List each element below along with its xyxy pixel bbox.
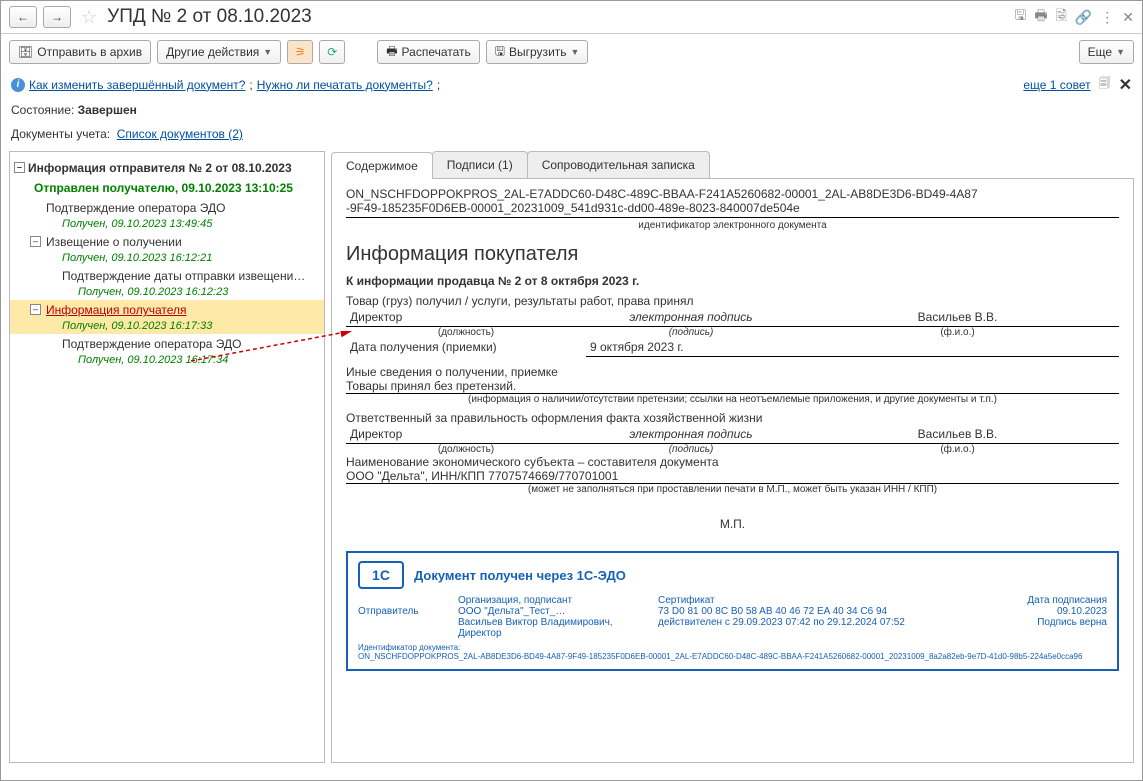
archive-button[interactable]: 🗄Отправить в архив: [9, 40, 151, 64]
other-info-label: Иные сведения о получении, приемке: [346, 365, 1119, 379]
tree-item-receipt-notice[interactable]: – Извещение о получении: [10, 232, 324, 252]
receipt-date-label: Дата получения (приемки): [346, 338, 586, 357]
more-button[interactable]: Еще ▼: [1079, 40, 1134, 64]
fio-value: Васильев В.В.: [796, 308, 1119, 327]
tree-stamp: Получен, 09.10.2023 13:49:45: [10, 218, 324, 232]
role-value: Директор: [346, 308, 586, 327]
doc-id-line2: -9F49-185235F0D6EB-00001_20231009_541d93…: [346, 201, 1119, 215]
signature-value: электронная подпись: [586, 308, 796, 327]
other-info-value: Товары принял без претензий.: [346, 379, 1119, 394]
print-icon[interactable]: 🖶: [1034, 5, 1047, 29]
export-button[interactable]: 🖫Выгрузить ▼: [486, 40, 589, 64]
back-button[interactable]: ←: [9, 6, 37, 28]
preview-icon[interactable]: 🗟: [1056, 5, 1067, 29]
org-label: Наименование экономического субъекта – с…: [346, 455, 1119, 469]
tree-sent-status: Отправлен получателю, 09.10.2023 13:10:2…: [10, 178, 324, 198]
status-row: Состояние: Завершен: [1, 99, 1142, 121]
expander-icon[interactable]: –: [30, 236, 41, 247]
titlebar: ← → ☆ УПД № 2 от 08.10.2023 🖫 🖶 🗟 🔗 ⋮ ✕: [1, 1, 1142, 34]
content-pane: Содержимое Подписи (1) Сопроводительная …: [331, 151, 1134, 763]
tab-cover-note[interactable]: Сопроводительная записка: [527, 151, 710, 178]
print-button[interactable]: 🖶Распечатать: [377, 40, 480, 64]
doc-id-caption: идентификатор электронного документа: [346, 220, 1119, 231]
docs-row: Документы учета: Список документов (2): [1, 121, 1142, 151]
favorite-star-icon[interactable]: ☆: [81, 7, 97, 28]
structure-button[interactable]: ⚞: [287, 40, 313, 64]
document-tree[interactable]: – Информация отправителя № 2 от 08.10.20…: [9, 151, 325, 763]
dismiss-tips-button[interactable]: ✕: [1119, 75, 1132, 95]
tree-stamp: Получен, 09.10.2023 16:17:34: [10, 354, 324, 368]
1c-logo-icon: 1C: [358, 561, 404, 589]
tree-root[interactable]: – Информация отправителя № 2 от 08.10.20…: [10, 158, 324, 178]
main-area: – Информация отправителя № 2 от 08.10.20…: [1, 151, 1142, 771]
expander-icon[interactable]: –: [14, 162, 25, 173]
refresh-icon: ⟳: [327, 45, 337, 59]
save-icon[interactable]: 🖫: [1014, 5, 1026, 29]
expander-icon[interactable]: –: [30, 304, 41, 315]
link-icon[interactable]: 🔗: [1075, 9, 1092, 26]
status-value: Завершен: [78, 103, 137, 117]
archive-icon: 🗄: [18, 45, 33, 59]
doc-goods-label: Товар (груз) получил / услуги, результат…: [346, 294, 1119, 308]
doc-subheading: К информации продавца № 2 от 8 октября 2…: [346, 274, 1119, 288]
note-icon[interactable]: 🗐: [1099, 74, 1111, 95]
window-title: УПД № 2 от 08.10.2023: [107, 6, 1008, 28]
stamp-placeholder: М.П.: [346, 517, 1119, 531]
tree-stamp: Получен, 09.10.2023 16:17:33: [10, 320, 324, 334]
more-tips-link[interactable]: еще 1 совет: [1023, 78, 1090, 92]
other-actions-button[interactable]: Другие действия ▼: [157, 40, 281, 64]
tree-icon: ⚞: [295, 45, 306, 59]
tree-stamp: Получен, 09.10.2023 16:12:23: [10, 286, 324, 300]
document-viewer[interactable]: ON_NSCHFDOPPOKPROS_2AL-E7ADDC60-D48C-489…: [331, 179, 1134, 763]
chevron-down-icon: ▼: [1116, 47, 1125, 57]
more-icon[interactable]: ⋮: [1100, 9, 1114, 26]
tree-item-operator-confirm-1[interactable]: Подтверждение оператора ЭДО: [10, 198, 324, 218]
tree-item-recipient-info[interactable]: – Информация получателя: [10, 300, 324, 320]
chevron-down-icon: ▼: [263, 47, 272, 57]
tab-content[interactable]: Содержимое: [331, 152, 433, 179]
toolbar: 🗄Отправить в архив Другие действия ▼ ⚞ ⟳…: [1, 34, 1142, 70]
export-icon: 🖫: [495, 42, 505, 63]
close-icon[interactable]: ✕: [1122, 9, 1134, 26]
chevron-down-icon: ▼: [571, 47, 580, 57]
info-icon: i: [11, 78, 25, 92]
responsible-label: Ответственный за правильность оформления…: [346, 411, 1119, 425]
titlebar-actions: 🖫 🖶 🗟 🔗 ⋮ ✕: [1014, 5, 1134, 29]
app-window: ← → ☆ УПД № 2 от 08.10.2023 🖫 🖶 🗟 🔗 ⋮ ✕ …: [0, 0, 1143, 781]
tabs: Содержимое Подписи (1) Сопроводительная …: [331, 151, 1134, 179]
edo-stamp: 1C Документ получен через 1С-ЭДО Организ…: [346, 551, 1119, 671]
info-bar: i Как изменить завершённый документ?; Ну…: [1, 70, 1142, 99]
documents-list-link[interactable]: Список документов (2): [117, 127, 243, 141]
printer-icon: 🖶: [386, 42, 397, 63]
receipt-date-value: 9 октября 2023 г.: [586, 338, 796, 357]
tab-signatures[interactable]: Подписи (1): [432, 151, 528, 178]
tip-link-2[interactable]: Нужно ли печатать документы?: [257, 78, 433, 92]
forward-button[interactable]: →: [43, 6, 71, 28]
tree-stamp: Получен, 09.10.2023 16:12:21: [10, 252, 324, 266]
refresh-button[interactable]: ⟳: [319, 40, 345, 64]
tip-link-1[interactable]: Как изменить завершённый документ?: [29, 78, 245, 92]
doc-id-line1: ON_NSCHFDOPPOKPROS_2AL-E7ADDC60-D48C-489…: [346, 187, 1119, 201]
tree-item-date-confirm[interactable]: Подтверждение даты отправки извещени…: [10, 266, 324, 286]
stamp-doc-id: Идентификатор документа: ON_NSCHFDOPPOKP…: [358, 643, 1107, 661]
org-value: ООО "Дельта", ИНН/КПП 7707574669/7707010…: [346, 469, 1119, 484]
doc-heading: Информация покупателя: [346, 243, 1119, 266]
tree-item-operator-confirm-2[interactable]: Подтверждение оператора ЭДО: [10, 334, 324, 354]
stamp-title: Документ получен через 1С-ЭДО: [414, 568, 626, 583]
